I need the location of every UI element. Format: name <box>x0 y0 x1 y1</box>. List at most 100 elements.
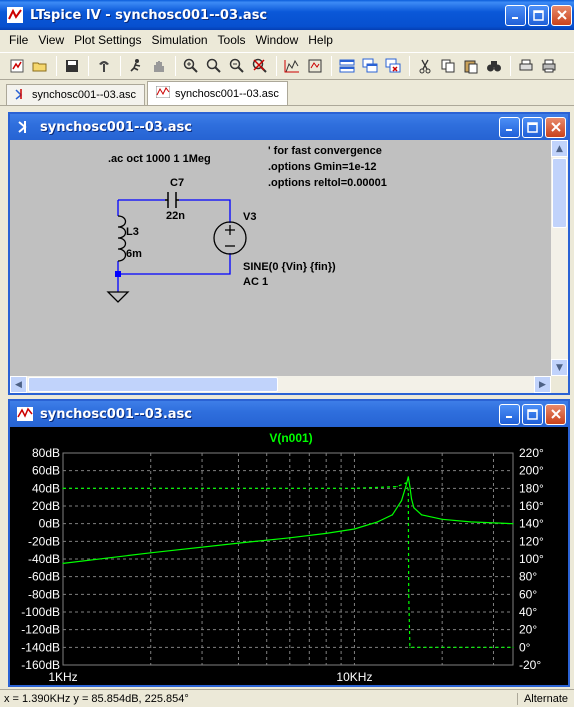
open-icon[interactable] <box>29 55 51 77</box>
print-icon[interactable] <box>538 55 560 77</box>
option-gmin[interactable]: .options Gmin=1e-12 <box>268 161 377 173</box>
source-value2: AC 1 <box>243 276 268 288</box>
y-tick-label-right: 100° <box>519 552 544 566</box>
menu-simulation[interactable]: Simulation <box>147 33 213 47</box>
cut-icon[interactable] <box>414 55 436 77</box>
comment-text[interactable]: ' for fast convergence <box>268 145 382 157</box>
toolbar <box>0 52 574 80</box>
scroll-thumb[interactable] <box>552 158 567 228</box>
ground-symbol <box>106 291 130 303</box>
minimize-button[interactable] <box>505 4 526 26</box>
schematic-horizontal-scrollbar[interactable]: ◀ ▶ <box>10 376 551 393</box>
menu-tools[interactable]: Tools <box>213 33 251 47</box>
y-tick-label-left: -140dB <box>21 640 60 654</box>
print-setup-icon[interactable] <box>515 55 537 77</box>
y-tick-label-right: 40° <box>519 605 537 619</box>
y-tick-label-left: -100dB <box>21 605 60 619</box>
bode-plot[interactable]: V(n001) 80dB 220° 60dB 200° 40dB 180° 20dB 160°… <box>10 427 568 685</box>
y-tick-label-left: -60dB <box>28 570 60 584</box>
scroll-thumb[interactable] <box>28 377 278 392</box>
magnitude-point <box>376 521 379 523</box>
toolbar-separator <box>120 56 121 76</box>
inductor-l3[interactable] <box>117 215 127 262</box>
waveform-icon <box>155 85 171 101</box>
ac-directive[interactable]: .ac oct 1000 1 1Meg <box>108 153 211 165</box>
scroll-left-button[interactable]: ◀ <box>10 376 27 393</box>
tab-schematic[interactable]: synchosc001--03.asc <box>6 84 145 105</box>
phase-point <box>396 485 398 488</box>
menu-view[interactable]: View <box>33 33 69 47</box>
trace-label[interactable]: V(n001) <box>269 431 312 445</box>
minimize-button[interactable] <box>499 116 520 138</box>
magnitude-point <box>353 528 356 530</box>
menu-plot-settings[interactable]: Plot Settings <box>69 33 146 47</box>
waveform-icon[interactable] <box>16 405 34 423</box>
y-tick-label-right: 180° <box>519 481 544 495</box>
tab-waveform[interactable]: synchosc001--03.asc <box>146 81 288 105</box>
zoom-fit-icon[interactable] <box>203 55 225 77</box>
close-button[interactable] <box>545 116 566 138</box>
ltspice-app-icon[interactable] <box>6 6 24 24</box>
tile-horizontal-icon[interactable] <box>336 55 358 77</box>
minimize-button[interactable] <box>499 403 520 425</box>
autorange-icon[interactable] <box>281 55 303 77</box>
schematic-canvas[interactable]: .ac oct 1000 1 1Meg ' for fast convergen… <box>10 140 551 376</box>
capacitor-c7[interactable] <box>165 192 179 208</box>
scroll-up-button[interactable]: ▲ <box>551 140 568 157</box>
waveform-window: synchosc001--03.asc V(n001) 80dB 220° 60dB… <box>8 399 570 687</box>
status-bar: x = 1.390KHz y = 85.854dB, 225.854° Alte… <box>0 689 574 707</box>
tab-label: synchosc001--03.asc <box>32 89 136 101</box>
y-tick-label-right: 0° <box>519 640 531 654</box>
tab-label: synchosc001--03.asc <box>174 87 279 100</box>
cascade-icon[interactable] <box>359 55 381 77</box>
magnitude-point <box>325 532 327 534</box>
menu-help[interactable]: Help <box>303 33 338 47</box>
save-icon[interactable] <box>61 55 83 77</box>
magnitude-point <box>405 485 407 488</box>
phase-point <box>441 646 443 648</box>
close-button[interactable] <box>551 4 572 26</box>
menu-file[interactable]: File <box>4 33 33 47</box>
waveform-title: synchosc001--03.asc <box>40 406 192 422</box>
waveform-plot[interactable]: V(n001) 80dB 220° 60dB 200° 40dB 180° 20dB 160°… <box>10 427 568 685</box>
magnitude-point <box>512 523 514 525</box>
control-panel-icon[interactable] <box>93 55 115 77</box>
zoom-in-icon[interactable] <box>180 55 202 77</box>
maximize-button[interactable] <box>522 403 543 425</box>
app-titlebar: LTspice IV - synchosc001--03.asc <box>0 0 574 30</box>
maximize-button[interactable] <box>522 116 543 138</box>
toolbar-separator <box>56 56 57 76</box>
y-tick-label-right: 140° <box>519 517 544 531</box>
option-reltol[interactable]: .options reltol=0.00001 <box>268 177 387 189</box>
magnitude-point <box>409 485 411 488</box>
magnitude-trace[interactable] <box>62 476 514 564</box>
scroll-right-button[interactable]: ▶ <box>534 376 551 393</box>
y-tick-label-left: 40dB <box>32 481 60 495</box>
magnitude-point <box>150 552 152 554</box>
run-icon[interactable] <box>125 55 147 77</box>
voltage-source-v3[interactable] <box>213 221 247 255</box>
phase-point <box>62 487 64 489</box>
close-button[interactable] <box>545 403 566 425</box>
toolbar-separator <box>331 56 332 76</box>
close-all-icon[interactable] <box>382 55 404 77</box>
menu-window[interactable]: Window <box>251 33 304 47</box>
paste-icon[interactable] <box>460 55 482 77</box>
halt-icon[interactable] <box>148 55 170 77</box>
maximize-button[interactable] <box>528 4 549 26</box>
find-icon[interactable] <box>483 55 505 77</box>
phase-point <box>353 487 356 489</box>
scroll-down-button[interactable]: ▼ <box>551 359 568 376</box>
mark-icon[interactable] <box>304 55 326 77</box>
phase-trace[interactable] <box>63 482 513 648</box>
schematic-vertical-scrollbar[interactable]: ▲ ▼ <box>551 140 568 376</box>
zoom-cancel-icon[interactable] <box>249 55 271 77</box>
zoom-out-icon[interactable] <box>226 55 248 77</box>
schematic-icon[interactable] <box>16 118 34 136</box>
status-mode: Alternate <box>516 692 574 705</box>
copy-icon[interactable] <box>437 55 459 77</box>
new-schematic-icon[interactable] <box>6 55 28 77</box>
scroll-corner <box>551 376 568 393</box>
y-tick-label-right: 60° <box>519 587 537 601</box>
toolbar-separator <box>175 56 176 76</box>
